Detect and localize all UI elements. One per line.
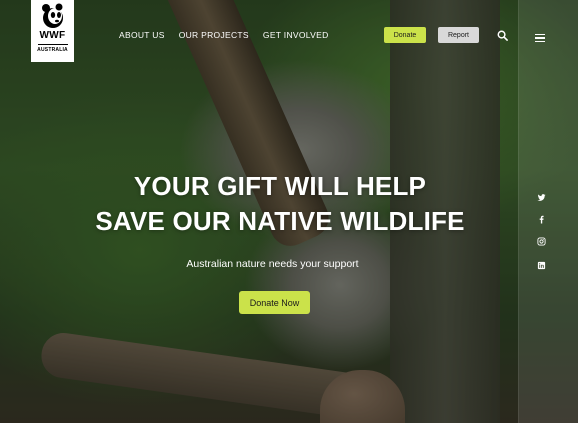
logo-region: AUSTRALIA: [37, 47, 68, 53]
linkedin-icon[interactable]: [536, 260, 546, 270]
main-nav: ABOUT US OUR PROJECTS GET INVOLVED: [119, 30, 329, 40]
nav-our-projects[interactable]: OUR PROJECTS: [179, 30, 249, 40]
report-button[interactable]: Report: [438, 27, 479, 43]
nav-about-us[interactable]: ABOUT US: [119, 30, 165, 40]
donate-button[interactable]: Donate: [384, 27, 426, 43]
instagram-icon[interactable]: [536, 236, 546, 246]
twitter-icon[interactable]: [536, 192, 546, 202]
nav-get-involved[interactable]: GET INVOLVED: [263, 30, 329, 40]
donate-now-button[interactable]: Donate Now: [239, 291, 310, 314]
facebook-icon[interactable]: [536, 214, 546, 224]
hamburger-menu-icon[interactable]: [535, 34, 545, 42]
logo-divider: [37, 44, 68, 45]
logo-wordmark: WWF: [39, 30, 66, 41]
wwf-logo[interactable]: WWF AUSTRALIA: [31, 0, 74, 62]
search-icon[interactable]: [497, 30, 508, 41]
hero-headline-line1: YOUR GIFT WILL HELP: [133, 171, 427, 201]
panda-icon: [41, 3, 63, 28]
hero-subtitle: Australian nature needs your support: [186, 258, 359, 270]
hero-headline-line2: SAVE OUR NATIVE WILDLIFE: [95, 206, 465, 236]
